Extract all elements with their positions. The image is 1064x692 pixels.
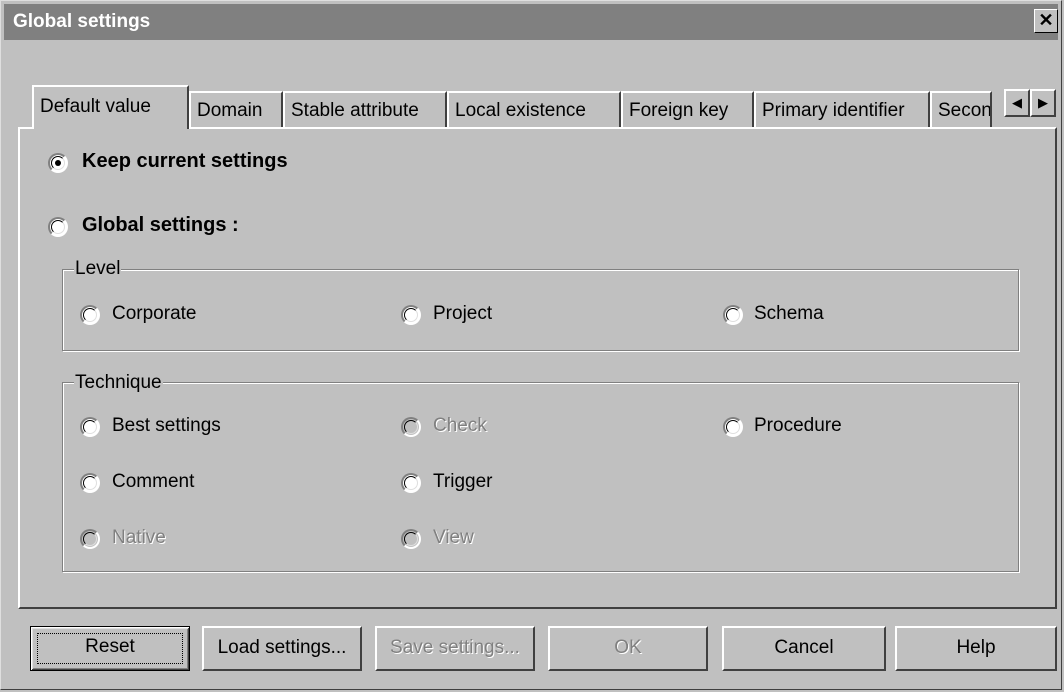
reset-button[interactable]: Reset: [30, 626, 190, 671]
tab-label: Foreign key: [629, 100, 729, 121]
level-corporate-label: Corporate: [112, 303, 197, 324]
technique-trigger-radio[interactable]: [401, 473, 421, 493]
technique-group: [62, 382, 1019, 572]
level-corporate-radio[interactable]: [80, 305, 100, 325]
technique-native-radio[interactable]: [80, 529, 100, 549]
tab-default-value[interactable]: Default value: [32, 85, 189, 129]
technique-trigger-label: Trigger: [433, 471, 493, 492]
technique-check-radio[interactable]: [401, 417, 421, 437]
tab-label: Primary identifier: [762, 100, 905, 121]
keep-settings-label: Keep current settings: [82, 150, 288, 172]
level-schema-label: Schema: [754, 303, 824, 324]
technique-comment-label: Comment: [112, 471, 195, 492]
window-title: Global settings: [13, 11, 151, 32]
level-legend: Level: [74, 258, 122, 280]
level-group: [62, 269, 1019, 351]
technique-native-label: Native: [112, 527, 166, 548]
arrow-right-icon[interactable]: ▶: [1030, 89, 1056, 117]
technique-view-radio[interactable]: [401, 529, 421, 549]
technique-legend: Technique: [74, 372, 163, 394]
ok-label: OK: [614, 637, 642, 658]
level-project-label: Project: [433, 303, 493, 324]
cancel-label: Cancel: [774, 637, 834, 658]
tab-label: Stable attribute: [291, 100, 419, 121]
tab-secondary-identifier[interactable]: Secondary identifier: [930, 91, 992, 127]
technique-check-label: Check: [433, 415, 487, 436]
cancel-button[interactable]: Cancel: [722, 626, 886, 671]
global-settings-dialog: Global settings ✕ Default value Domain S…: [0, 0, 1062, 690]
level-project-radio[interactable]: [401, 305, 421, 325]
help-label: Help: [956, 637, 996, 658]
save-settings-label: Save settings...: [390, 637, 520, 658]
title-bar[interactable]: Global settings ✕: [4, 4, 1058, 40]
ok-button[interactable]: OK: [548, 626, 708, 671]
tab-domain[interactable]: Domain: [189, 91, 283, 127]
technique-procedure-radio[interactable]: [723, 417, 743, 437]
arrow-left-icon[interactable]: ◀: [1004, 89, 1030, 117]
tab-stable-attribute[interactable]: Stable attribute: [283, 91, 447, 127]
global-settings-label: Global settings :: [82, 214, 239, 236]
tab-label: Default value: [40, 96, 151, 117]
technique-best-settings-radio[interactable]: [80, 417, 100, 437]
save-settings-button[interactable]: Save settings...: [375, 626, 535, 671]
technique-procedure-label: Procedure: [754, 415, 842, 436]
level-schema-radio[interactable]: [723, 305, 743, 325]
tab-primary-identifier[interactable]: Primary identifier: [754, 91, 930, 127]
radio-selected-dot: [55, 160, 61, 166]
technique-view-label: View: [433, 527, 474, 548]
close-icon[interactable]: ✕: [1034, 9, 1058, 33]
tab-foreign-key[interactable]: Foreign key: [621, 91, 754, 127]
tab-label: Domain: [197, 100, 263, 121]
keep-settings-radio[interactable]: [48, 153, 68, 173]
focus-rect: [37, 633, 183, 664]
technique-best-settings-label: Best settings: [112, 415, 221, 436]
load-settings-button[interactable]: Load settings...: [202, 626, 362, 671]
global-settings-radio[interactable]: [48, 217, 68, 237]
tab-local-existence[interactable]: Local existence: [447, 91, 621, 127]
help-button[interactable]: Help: [895, 626, 1057, 671]
technique-comment-radio[interactable]: [80, 473, 100, 493]
tab-label: Local existence: [455, 100, 586, 121]
tab-label: Secondary identifier: [938, 100, 992, 121]
load-settings-label: Load settings...: [217, 637, 347, 658]
